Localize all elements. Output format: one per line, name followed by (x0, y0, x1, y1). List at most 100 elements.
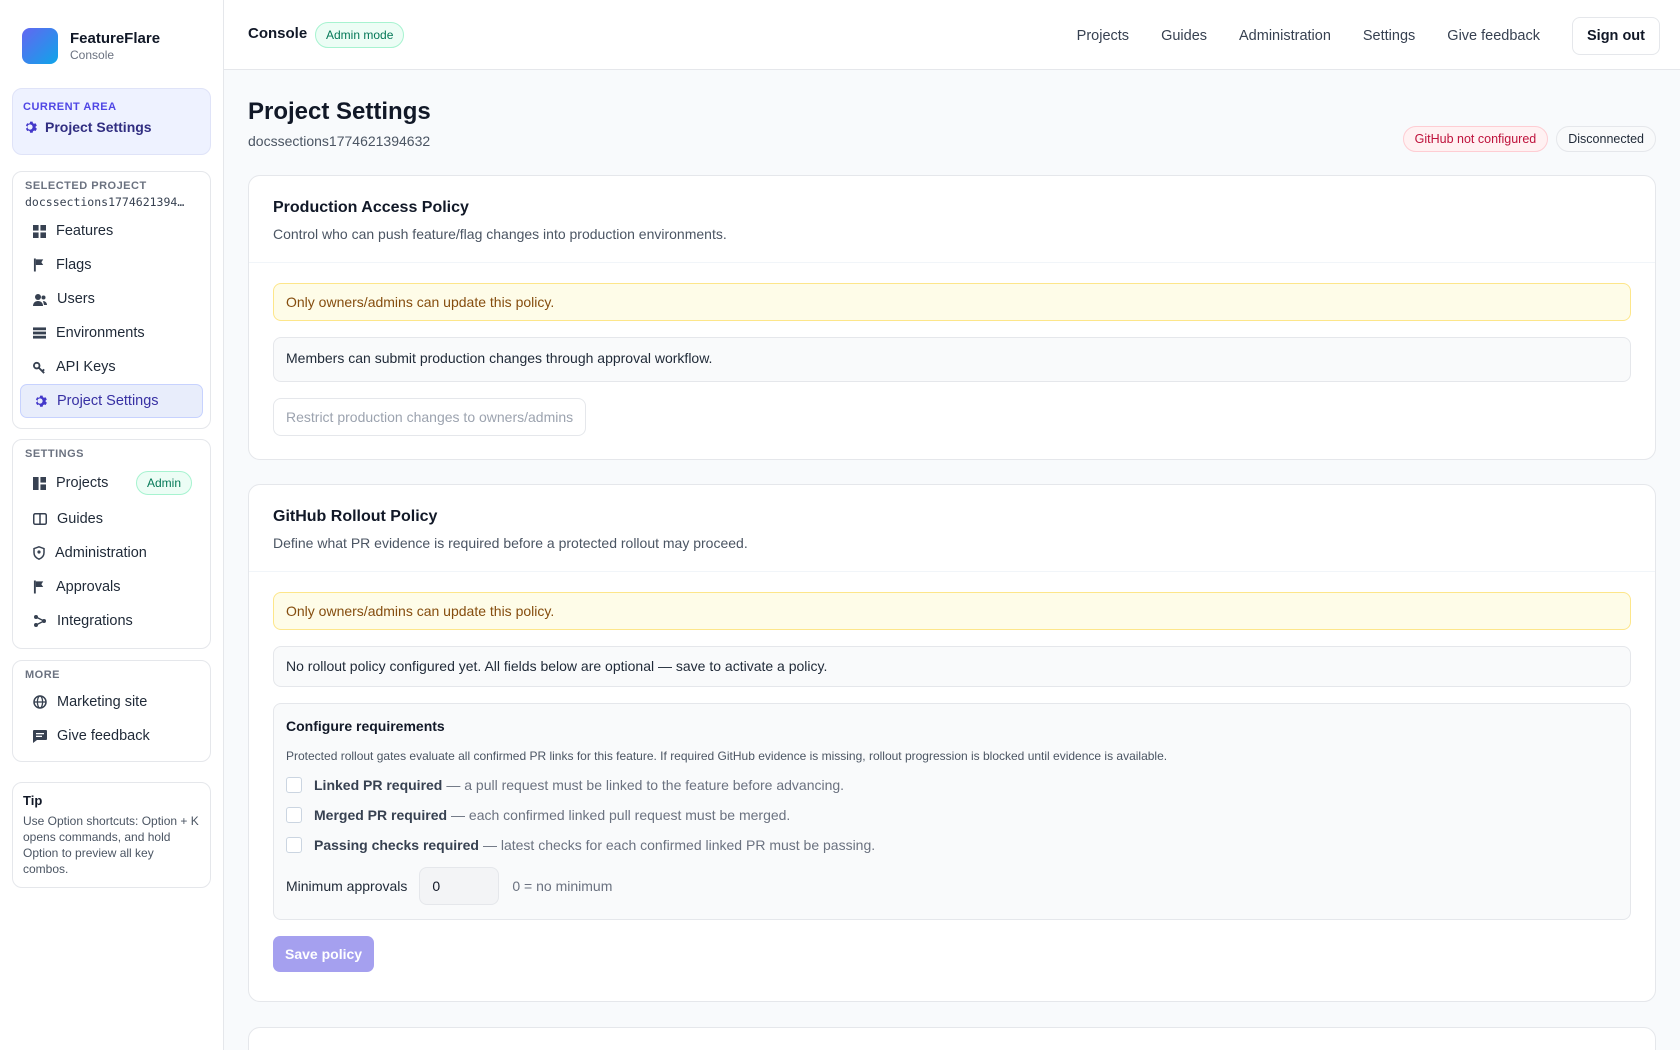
sidebar-item-projects[interactable]: Projects Admin (20, 464, 203, 502)
top-link-projects[interactable]: Projects (1077, 28, 1129, 44)
more-card: More Marketing site Give feedback (12, 660, 211, 762)
min-approvals-input[interactable] (419, 867, 500, 905)
key-icon (33, 361, 45, 374)
policy-info: Members can submit production changes th… (273, 337, 1631, 382)
top-nav: Projects Guides Administration Settings … (1077, 17, 1660, 55)
sidebar-item-label: API Keys (56, 359, 116, 375)
page-title: Project Settings (248, 98, 431, 125)
sidebar-item-label: Flags (56, 257, 92, 273)
flag-icon (33, 580, 44, 594)
check-label: Passing checks required (314, 837, 479, 853)
globe-icon (33, 695, 47, 709)
sidebar-item-label: Environments (56, 325, 145, 341)
check-detail: — a pull request must be linked to the f… (446, 777, 845, 793)
sidebar-item-label: Approvals (56, 579, 121, 595)
book-icon (33, 513, 47, 525)
min-approvals-label: Minimum approvals (286, 878, 408, 894)
passing-checks-checkbox-row[interactable]: Passing checks required — latest checks … (286, 837, 1618, 853)
current-area-value: Project Settings (45, 119, 152, 135)
sidebar-item-label: Features (56, 223, 114, 239)
linked-pr-checkbox[interactable] (286, 777, 302, 793)
linked-pr-checkbox-row[interactable]: Linked PR required — a pull request must… (286, 777, 1618, 793)
sidebar-item-marketing-site[interactable]: Marketing site (20, 685, 203, 719)
panel-description: Control who can push feature/flag change… (273, 226, 727, 242)
selected-project-label: Selected project (25, 180, 147, 192)
brand-name: FeatureFlare (70, 29, 161, 47)
top-link-settings[interactable]: Settings (1363, 28, 1415, 44)
selected-project-name: docssections1774621394… (25, 195, 185, 209)
admin-mode-badge: Admin mode (315, 22, 405, 48)
save-policy-button[interactable]: Save policy (273, 936, 375, 972)
requirements-box: Configure requirements Protected rollout… (273, 703, 1631, 920)
sidebar-item-guides[interactable]: Guides (20, 502, 203, 536)
merged-pr-checkbox-row[interactable]: Merged PR required — each confirmed link… (286, 807, 1618, 823)
passing-checks-checkbox[interactable] (286, 837, 302, 853)
sidebar-item-give-feedback[interactable]: Give feedback (20, 719, 203, 753)
sidebar-item-label: Guides (57, 511, 103, 527)
production-access-policy-panel: Production Access Policy Control who can… (248, 175, 1656, 460)
sidebar-item-label: Project Settings (57, 393, 159, 409)
sidebar-item-flags[interactable]: Flags (20, 248, 203, 282)
sidebar-item-project-settings[interactable]: Project Settings (20, 384, 203, 418)
sidebar: FeatureFlare Console Current area Projec… (0, 0, 224, 1050)
panel-description: Define what PR evidence is required befo… (273, 535, 748, 551)
requirements-note: Protected rollout gates evaluate all con… (286, 749, 1168, 763)
sidebar-item-administration[interactable]: Administration (20, 536, 203, 570)
grid-icon (33, 224, 46, 238)
sidebar-item-label: Marketing site (57, 694, 148, 710)
users-icon (33, 293, 47, 306)
check-detail: — each confirmed linked pull request mus… (451, 807, 791, 823)
projects-icon (33, 476, 46, 490)
sidebar-item-label: Administration (55, 545, 147, 561)
sidebar-item-approvals[interactable]: Approvals (20, 570, 203, 604)
admin-badge: Admin (135, 471, 192, 495)
brand-logo (22, 28, 58, 64)
sidebar-item-label: Give feedback (57, 728, 150, 744)
sidebar-item-users[interactable]: Users (20, 282, 203, 316)
gear-icon (35, 395, 47, 407)
shield-icon (33, 546, 45, 560)
github-status-badge: GitHub not configured (1402, 126, 1549, 152)
selected-project-card: Selected project docssections1774621394…… (12, 171, 211, 429)
sidebar-item-features[interactable]: Features (20, 214, 203, 248)
sidebar-item-label: Projects (56, 475, 109, 491)
requirements-title: Configure requirements (286, 718, 445, 734)
tip-title: Tip (23, 793, 43, 808)
more-label: More (25, 669, 60, 681)
topbar: Console Admin mode Projects Guides Admin… (224, 0, 1680, 70)
merged-pr-checkbox[interactable] (286, 807, 302, 823)
github-rollout-policy-panel: GitHub Rollout Policy Define what PR evi… (248, 484, 1656, 1002)
connection-status-badge: Disconnected (1556, 126, 1656, 152)
permission-warning: Only owners/admins can update this polic… (273, 592, 1631, 630)
brand-subtitle: Console (70, 47, 115, 62)
top-link-give-feedback[interactable]: Give feedback (1447, 28, 1540, 44)
top-link-administration[interactable]: Administration (1239, 28, 1331, 44)
panel-title: GitHub Rollout Policy (273, 508, 438, 525)
sidebar-item-label: Integrations (57, 613, 133, 629)
sign-out-button[interactable]: Sign out (1572, 17, 1660, 55)
sidebar-item-integrations[interactable]: Integrations (20, 604, 203, 638)
top-link-guides[interactable]: Guides (1161, 28, 1207, 44)
sidebar-item-label: Users (57, 291, 95, 307)
check-detail: — latest checks for each confirmed linke… (482, 837, 876, 853)
flag-icon (33, 258, 44, 272)
restrict-production-button[interactable]: Restrict production changes to owners/ad… (273, 398, 587, 436)
settings-label: Settings (25, 448, 85, 460)
check-label: Linked PR required (314, 777, 443, 793)
tip-card: Tip Use Option shortcuts: Option + K ope… (12, 782, 211, 888)
current-area-label: Current area (23, 101, 117, 113)
integrations-icon (34, 615, 46, 627)
project-id: docssections1774621394632 (248, 133, 431, 149)
next-panel (248, 1027, 1656, 1050)
stack-icon (33, 327, 46, 339)
check-label: Merged PR required (314, 807, 448, 823)
sidebar-item-api-keys[interactable]: API Keys (20, 350, 203, 384)
sidebar-item-environments[interactable]: Environments (20, 316, 203, 350)
gear-icon (25, 121, 37, 133)
status-row: GitHub not configured Disconnected (1395, 126, 1656, 152)
policy-info: No rollout policy configured yet. All fi… (273, 646, 1631, 687)
brand[interactable]: FeatureFlare Console (22, 28, 160, 64)
tip-text: Use Option shortcuts: Option + K opens c… (23, 814, 199, 876)
min-approvals-hint: 0 = no minimum (512, 878, 613, 894)
current-area-card: Current area Project Settings (12, 88, 211, 155)
